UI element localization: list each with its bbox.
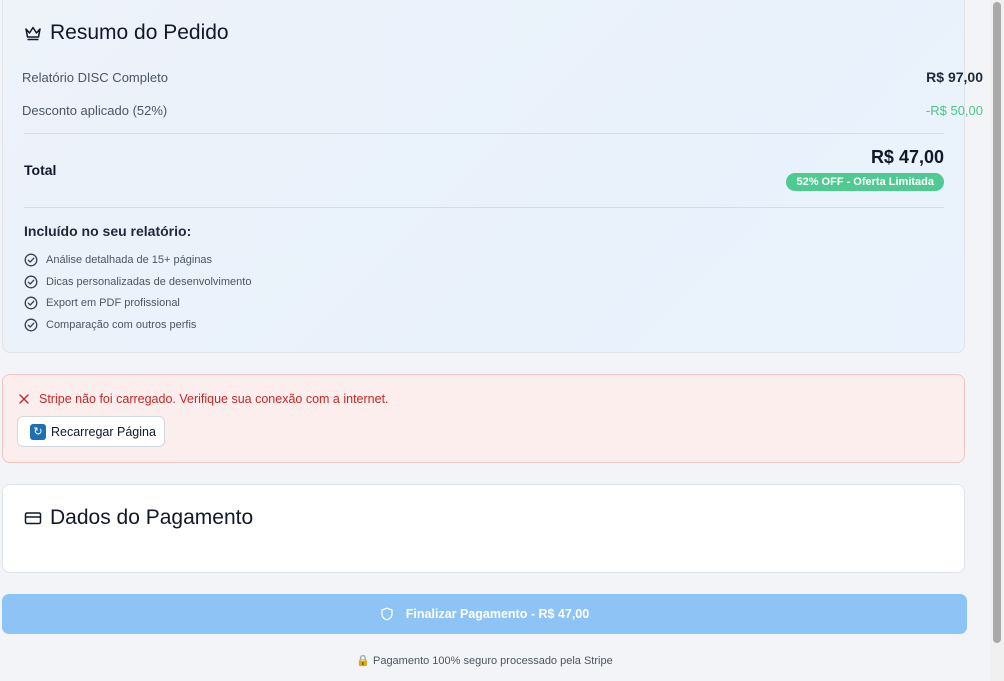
scrollbar-thumb[interactable]: [993, 2, 1001, 643]
feature-item: Dicas personalizadas de desenvolvimento: [24, 271, 251, 293]
discount-badge: 52% OFF - Oferta Limitada: [786, 173, 944, 191]
total-value: R$ 47,00: [870, 147, 944, 167]
line-item-row: Relatório DISC Completo R$ 97,00: [22, 69, 983, 85]
finalize-payment-button[interactable]: Finalizar Pagamento - R$ 47,00: [2, 594, 967, 634]
close-x-icon: [18, 393, 30, 405]
credit-card-icon: [24, 509, 42, 527]
secure-payment-note: 🔒 Pagamento 100% seguro processado pela …: [0, 654, 969, 668]
line-item-label: Relatório DISC Completo: [22, 69, 168, 85]
crown-icon: [24, 24, 42, 42]
discount-row: Desconto aplicado (52%) -R$ 50,00: [22, 103, 983, 118]
order-summary-title-text: Resumo do Pedido: [50, 21, 229, 44]
error-message: Stripe não foi carregado. Verifique sua …: [18, 392, 389, 406]
feature-list: Análise detalhada de 15+ páginas Dicas p…: [24, 249, 251, 336]
feature-item: Análise detalhada de 15+ páginas: [24, 249, 251, 271]
feature-item: Export em PDF profissional: [24, 292, 251, 314]
finalize-payment-button-label: Finalizar Pagamento - R$ 47,00: [405, 607, 590, 621]
check-circle-icon: [24, 296, 38, 310]
check-circle-icon: [24, 275, 38, 289]
check-circle-icon: [24, 318, 38, 332]
reload-icon: ↻: [30, 423, 46, 440]
summary-divider-2: [24, 207, 944, 208]
payment-details-title-text: Dados do Pagamento: [50, 506, 254, 529]
feature-item: Comparação com outros perfis: [24, 314, 251, 336]
reload-page-button-label: Recarregar Página: [51, 424, 156, 439]
summary-divider: [24, 133, 944, 134]
feature-text: Dicas personalizadas de desenvolvimento: [46, 275, 252, 288]
feature-text: Análise detalhada de 15+ páginas: [46, 253, 213, 266]
feature-text: Export em PDF profissional: [46, 297, 180, 310]
check-circle-icon: [24, 253, 38, 267]
feature-text: Comparação com outros perfis: [46, 318, 197, 331]
total-label: Total: [24, 162, 57, 178]
shield-icon: [380, 607, 394, 621]
order-summary-title: Resumo do Pedido: [24, 21, 229, 45]
lock-icon: 🔒: [356, 655, 370, 667]
discount-label: Desconto aplicado (52%): [22, 103, 168, 118]
error-message-text: Stripe não foi carregado. Verifique sua …: [39, 392, 389, 406]
secure-payment-note-text: Pagamento 100% seguro processado pela St…: [372, 654, 613, 667]
payment-details-title: Dados do Pagamento: [24, 506, 253, 530]
discount-value: -R$ 50,00: [925, 103, 983, 118]
reload-page-button[interactable]: ↻ Recarregar Página: [17, 416, 165, 447]
line-item-price: R$ 97,00: [926, 69, 983, 85]
vertical-scrollbar[interactable]: [990, 0, 1004, 681]
included-title: Incluído no seu relatório:: [24, 223, 192, 239]
